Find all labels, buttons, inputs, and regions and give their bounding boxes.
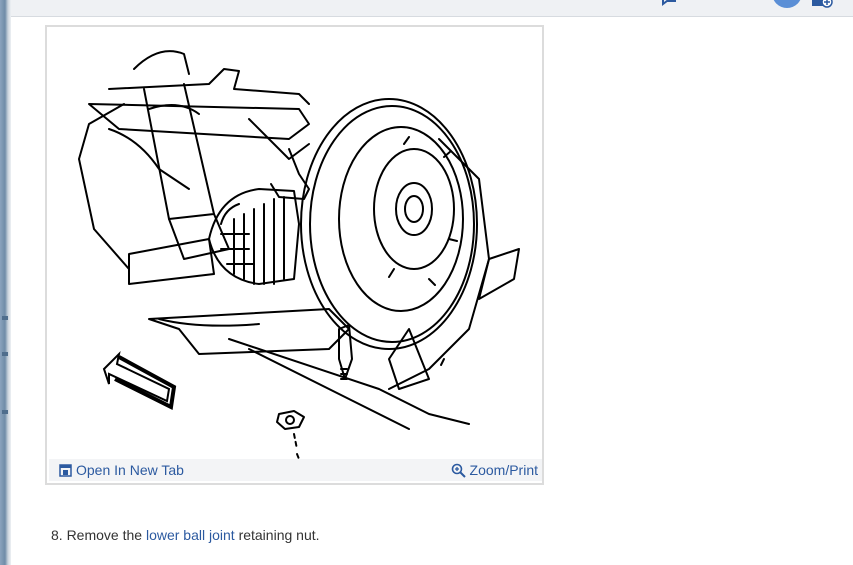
open-in-new-tab-link[interactable]: Open In New Tab [59, 462, 184, 478]
zoom-print-label: Zoom/Print [469, 462, 538, 478]
suspension-diagram [78, 50, 520, 460]
chevron-icon[interactable] [748, 0, 756, 6]
edge-mark [2, 352, 8, 356]
step-suffix: retaining nut. [238, 527, 320, 543]
edge-mark [2, 316, 8, 320]
open-in-new-tab-label: Open In New Tab [76, 462, 184, 478]
zoom-in-icon [451, 463, 466, 478]
step-prefix: 8. Remove the [51, 527, 143, 543]
avatar[interactable] [772, 0, 802, 8]
add-window-icon[interactable] [811, 0, 835, 10]
top-toolbar [11, 0, 853, 17]
edge-mark [2, 410, 8, 414]
lower-ball-joint-link[interactable]: lower ball joint [146, 527, 235, 543]
open-in-new-tab-icon [59, 463, 72, 477]
chat-icon[interactable] [661, 0, 679, 8]
window-edge-strip [0, 0, 11, 565]
zoom-print-link[interactable]: Zoom/Print [451, 462, 538, 478]
figure-card: Open In New Tab Zoom/Print [45, 25, 544, 485]
step-instruction: 8. Remove the lower ball joint retaining… [51, 527, 320, 543]
figure-footer: Open In New Tab Zoom/Print [49, 459, 542, 481]
